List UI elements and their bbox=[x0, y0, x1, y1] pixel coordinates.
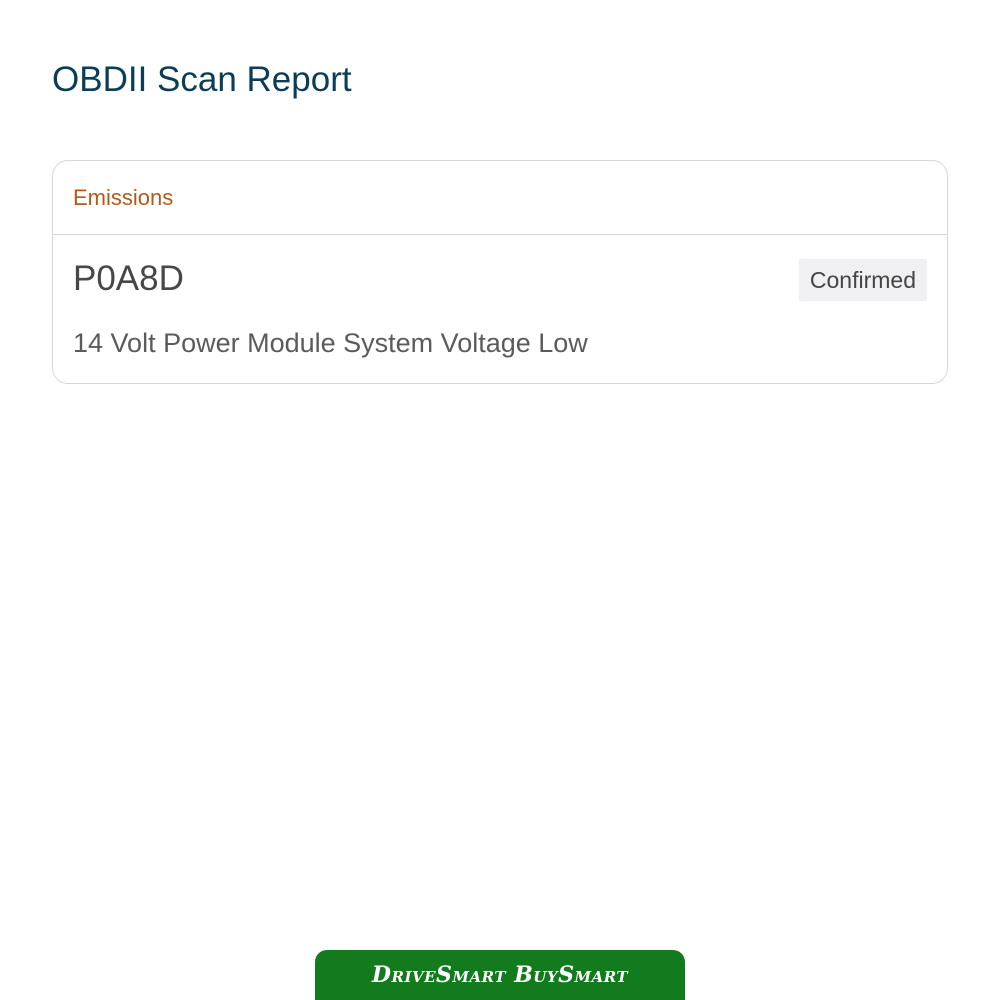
scan-report-page: OBDII Scan Report Emissions P0A8D Confir… bbox=[0, 0, 1000, 1000]
dtc-entry: P0A8D Confirmed 14 Volt Power Module Sys… bbox=[53, 235, 947, 383]
brand-banner[interactable]: DriveSmart BuySmart bbox=[315, 950, 685, 1000]
page-title: OBDII Scan Report bbox=[52, 60, 352, 99]
dtc-card: Emissions P0A8D Confirmed 14 Volt Power … bbox=[52, 160, 948, 384]
brand-logo-text: DriveSmart BuySmart bbox=[371, 962, 629, 988]
status-badge: Confirmed bbox=[798, 259, 927, 301]
dtc-code: P0A8D bbox=[73, 259, 184, 298]
category-label: Emissions bbox=[73, 184, 174, 210]
dtc-description: 14 Volt Power Module System Voltage Low bbox=[73, 328, 588, 358]
card-header: Emissions bbox=[53, 161, 947, 235]
